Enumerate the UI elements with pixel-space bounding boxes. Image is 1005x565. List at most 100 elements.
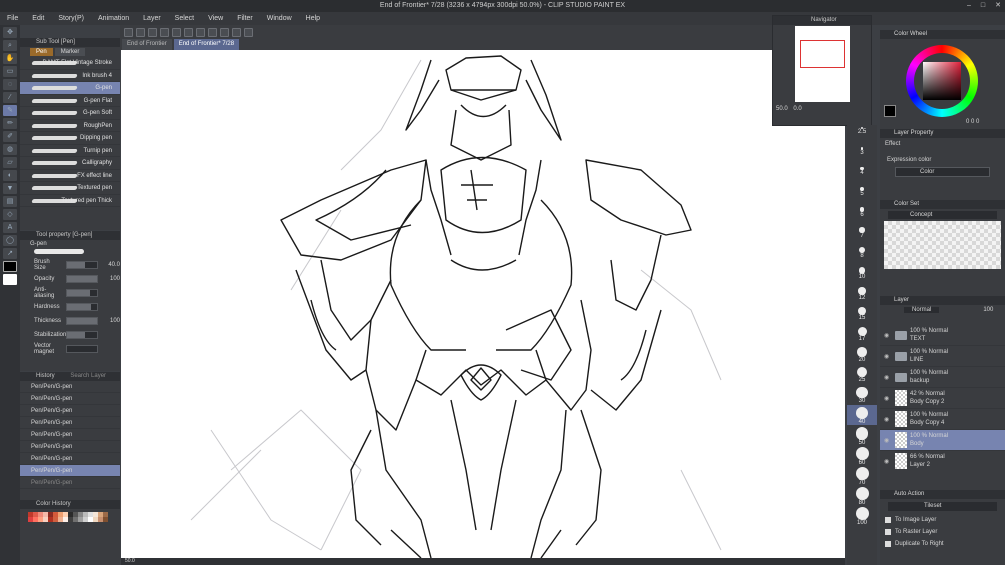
maximize-button[interactable]: □	[981, 0, 985, 12]
doc-tab-2[interactable]: End of Frontier* 7/28	[173, 39, 240, 50]
brush-item[interactable]: DAMT Flat Vintage Stroke	[20, 57, 120, 70]
eye-icon[interactable]: ◉	[884, 353, 892, 360]
expression-color-select[interactable]: Color	[895, 167, 990, 177]
property-slider[interactable]	[66, 289, 98, 297]
layer-opacity[interactable]: 100	[983, 307, 993, 313]
brush-item[interactable]: Calligraphy	[20, 157, 120, 170]
brush-item[interactable]: RoughPen	[20, 120, 120, 132]
color-set-select[interactable]: Concept	[888, 211, 997, 219]
text-icon[interactable]: A	[3, 222, 17, 233]
history-item[interactable]: Pen/Pen/G-pen	[20, 405, 120, 417]
pencil-icon[interactable]: ✏	[3, 118, 17, 129]
brush-size-item[interactable]: 17	[847, 325, 877, 345]
property-row[interactable]: Anti-aliasing	[20, 286, 120, 300]
save-icon[interactable]	[148, 27, 157, 37]
eyedropper-icon[interactable]: ⁄	[3, 92, 17, 103]
brush-size-item[interactable]: 70	[847, 465, 877, 486]
property-row[interactable]: Thickness 100	[20, 314, 120, 328]
property-slider[interactable]	[66, 317, 98, 325]
menu-story[interactable]: Story(P)	[58, 12, 84, 25]
tab-pen[interactable]: Pen	[30, 48, 53, 56]
figure-icon[interactable]: ◇	[3, 209, 17, 220]
auto-action-item[interactable]: Duplicate To Right	[880, 538, 1005, 550]
history-item[interactable]: Pen/Pen/G-pen	[20, 417, 120, 429]
brush-size-item[interactable]: 5	[847, 185, 877, 205]
brush-item[interactable]: Ink brush 4	[20, 70, 120, 82]
property-row[interactable]: Vector magnet	[20, 342, 120, 356]
property-slider[interactable]	[66, 275, 98, 283]
correct-line-icon[interactable]: ↗	[3, 248, 17, 259]
layer-row[interactable]: ◉ 100 % Normal TEXT	[880, 325, 1005, 346]
property-row[interactable]: Brush Size 40.0	[20, 258, 120, 272]
menu-layer[interactable]: Layer	[143, 12, 161, 25]
history-item[interactable]: Pen/Pen/G-pen	[20, 465, 120, 477]
brush-icon[interactable]: ✐	[3, 131, 17, 142]
drawing-canvas[interactable]	[121, 50, 845, 558]
brush-item[interactable]: FX effect line	[20, 170, 120, 182]
menu-window[interactable]: Window	[267, 12, 292, 25]
history-item[interactable]: Pen/Pen/G-pen	[20, 429, 120, 441]
color-set-swatches[interactable]	[884, 221, 1001, 269]
eye-icon[interactable]: ◉	[884, 458, 892, 465]
brush-item[interactable]: Turnip pen	[20, 145, 120, 157]
snap-special-icon[interactable]	[244, 27, 253, 37]
snap-grid-icon[interactable]	[232, 27, 241, 37]
navigator-view-rect[interactable]	[800, 40, 845, 68]
brush-size-item[interactable]: 30	[847, 385, 877, 405]
layer-row[interactable]: ◉ 100 % Normal LINE	[880, 346, 1005, 367]
balloon-icon[interactable]: ◯	[3, 235, 17, 246]
navigator-angle[interactable]: 0.0	[793, 106, 801, 112]
brush-size-item[interactable]: 50	[847, 425, 877, 446]
redo-icon[interactable]	[172, 27, 181, 37]
ruler-icon[interactable]	[208, 27, 217, 37]
pen-icon[interactable]: ✎	[3, 105, 17, 116]
layer-row[interactable]: ◉ 42 % Normal Body Copy 2	[880, 388, 1005, 409]
property-row[interactable]: Opacity 100	[20, 272, 120, 286]
sub-color-icon[interactable]	[3, 274, 17, 285]
minimize-button[interactable]: –	[967, 0, 971, 12]
property-row[interactable]: Hardness	[20, 300, 120, 314]
auto-action-set[interactable]: Tileset	[888, 502, 997, 511]
menu-file[interactable]: File	[7, 12, 18, 25]
brush-item[interactable]: G-pen	[20, 82, 120, 95]
saturation-value-square[interactable]	[923, 62, 961, 100]
brush-size-item[interactable]: 80	[847, 485, 877, 506]
history-item[interactable]: Pen/Pen/G-pen	[20, 393, 120, 405]
brush-item[interactable]: G-pen Soft	[20, 107, 120, 120]
history-item[interactable]: Pen/Pen/G-pen	[20, 381, 120, 393]
property-row[interactable]: Stabilization	[20, 328, 120, 342]
property-value[interactable]: 40.0	[102, 262, 120, 268]
brush-size-item[interactable]: 10	[847, 265, 877, 285]
doc-tab-1[interactable]: End of Frontier	[122, 39, 172, 50]
snap-icon[interactable]	[220, 27, 229, 37]
main-color-icon[interactable]	[3, 261, 17, 272]
eraser-icon[interactable]: ▱	[3, 157, 17, 168]
brush-item[interactable]: G-pen Flat	[20, 95, 120, 107]
history-item[interactable]: Pen/Pen/G-pen	[20, 453, 120, 465]
menu-animation[interactable]: Animation	[98, 12, 129, 25]
checkbox[interactable]	[885, 541, 891, 547]
brush-size-item[interactable]: 4	[847, 165, 877, 185]
layer-row[interactable]: ◉ 66 % Normal Layer 2	[880, 451, 1005, 469]
select-icon[interactable]: ▭	[3, 66, 17, 77]
layer-row[interactable]: ◉ 100 % Normal Body Copy 4	[880, 409, 1005, 430]
menu-filter[interactable]: Filter	[237, 12, 253, 25]
hand-icon[interactable]: ✋	[3, 53, 17, 64]
color-history-swatch[interactable]	[103, 517, 108, 522]
menu-help[interactable]: Help	[306, 12, 320, 25]
auto-action-item[interactable]: To Raster Layer	[880, 526, 1005, 538]
property-slider[interactable]	[66, 261, 98, 269]
eye-icon[interactable]: ◉	[884, 374, 892, 381]
navigator-zoom[interactable]: 50.0	[776, 106, 788, 112]
brush-size-item[interactable]: 100	[847, 505, 877, 526]
color-wheel[interactable]	[906, 45, 978, 117]
eye-icon[interactable]: ◉	[884, 416, 892, 423]
main-color-swatch[interactable]	[884, 105, 896, 117]
brush-size-item[interactable]: 60	[847, 445, 877, 466]
zoom-icon[interactable]: ⌕	[3, 40, 17, 51]
brush-size-item[interactable]: 7	[847, 225, 877, 245]
brush-size-item[interactable]: 12	[847, 285, 877, 305]
eye-icon[interactable]: ◉	[884, 395, 892, 402]
brush-size-item[interactable]: 20	[847, 345, 877, 365]
eye-icon[interactable]: ◉	[884, 437, 892, 444]
